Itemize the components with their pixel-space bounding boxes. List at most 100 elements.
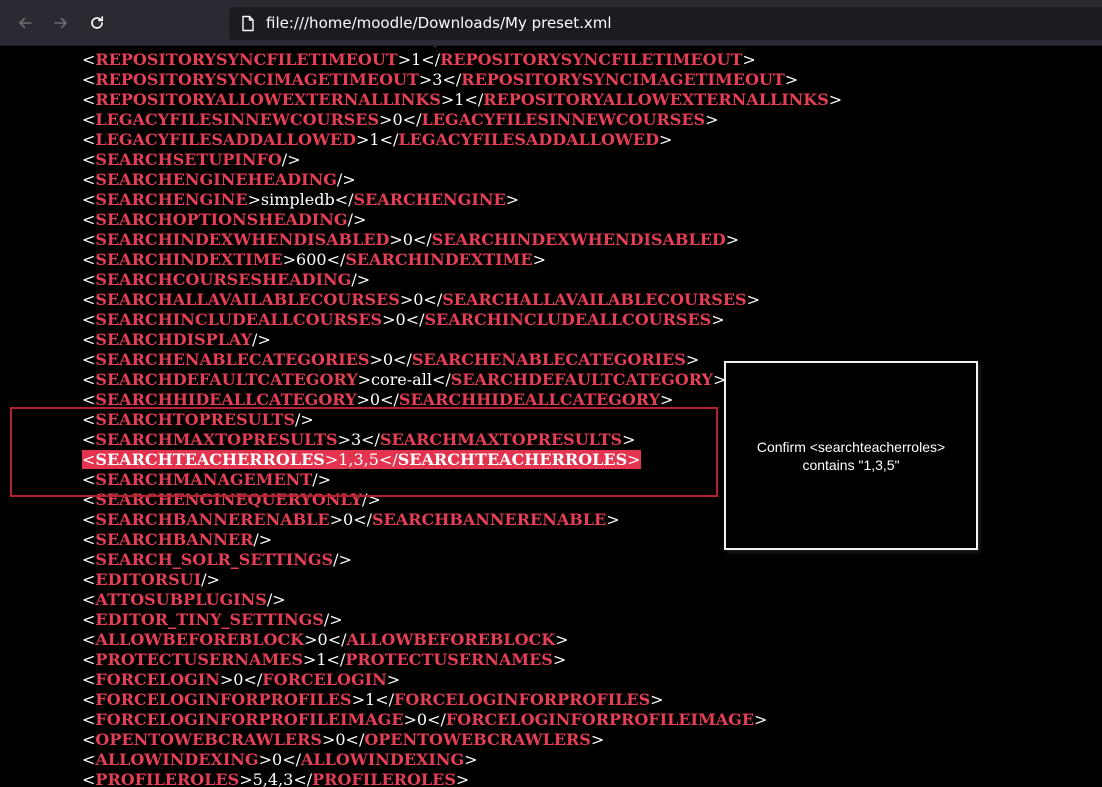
xml-value: 5,4,3 (252, 770, 294, 787)
forward-button[interactable] (47, 9, 75, 37)
xml-line-text: <SEARCHALLAVAILABLECOURSES>0</SEARCHALLA… (82, 290, 761, 309)
xml-line-text: <SEARCHOPTIONSHEADING/> (82, 210, 367, 229)
browser-toolbar: file:///home/moodle/Downloads/My preset.… (0, 0, 1102, 46)
highlight-box (10, 407, 718, 497)
xml-line: <SEARCHALLAVAILABLECOURSES>0</SEARCHALLA… (82, 290, 842, 310)
xml-tag-name: SEARCHDEFAULTCATEGORY (95, 370, 358, 389)
xml-line-text: <EDITOR_TINY_SETTINGS/> (82, 610, 343, 629)
xml-tag-name: SEARCHINDEXTIME (345, 250, 533, 269)
xml-tag-name: REPOSITORYSYNCFILETIMEOUT (95, 46, 397, 49)
xml-tag-name: REPOSITORYSYNCIMAGETIMEOUT (95, 70, 419, 89)
xml-tag-name: SEARCHENGINE (353, 190, 506, 209)
annotation-tooltip: Confirm <searchteacherroles> contains "1… (724, 361, 978, 550)
xml-line: <REPOSITORYSYNCIMAGETIMEOUT>3</REPOSITOR… (82, 70, 842, 90)
xml-tag-name: SEARCHENGINEHEADING (95, 170, 337, 189)
xml-tag-name: FORCELOGINFORPROFILES (393, 690, 651, 709)
xml-line: <SEARCHINDEXWHENDISABLED>0</SEARCHINDEXW… (82, 230, 842, 250)
back-button[interactable] (11, 9, 39, 37)
xml-line-text: <PROFILEROLES>5,4,3</PROFILEROLES> (82, 770, 470, 787)
xml-tag-name: REPOSITORYSYNCFILETIMEOUT (440, 50, 743, 69)
xml-value: core-all (371, 370, 432, 389)
xml-document-view: <REPOSITORYSYNCFILETIMEOUT>1</REPOSITORY… (0, 46, 1102, 787)
xml-value: 1 (411, 46, 421, 49)
xml-line-text: <SEARCHCOURSESHEADING/> (82, 270, 371, 289)
xml-value: 0 (416, 710, 428, 729)
xml-line: <FORCELOGINFORPROFILEIMAGE>0</FORCELOGIN… (82, 710, 842, 730)
xml-tag-name: SEARCHDISPLAY (95, 330, 252, 349)
xml-tag-name: REPOSITORYALLOWEXTERNALLINKS (483, 90, 829, 109)
xml-line: <LEGACYFILESINNEWCOURSES>0</LEGACYFILESI… (82, 110, 842, 130)
xml-tag-name: SEARCHOPTIONSHEADING (95, 210, 348, 229)
xml-tag-name: SEARCHBANNER (95, 530, 254, 549)
xml-line: <EDITOR_TINY_SETTINGS/> (82, 610, 842, 630)
arrow-right-icon (53, 15, 69, 31)
xml-line-text: <ALLOWINDEXING>0</ALLOWINDEXING> (82, 750, 478, 769)
xml-value: 0 (402, 230, 413, 249)
xml-line-text: <REPOSITORYSYNCFILETIMEOUT>1</REPOSITORY… (82, 50, 756, 69)
xml-line: <SEARCHSETUPINFO/> (82, 150, 842, 170)
xml-tag-name: SEARCHENGINE (95, 190, 248, 209)
xml-line-text: <SEARCH_SOLR_SETTINGS/> (82, 550, 352, 569)
xml-tag-name: REPOSITORYALLOWEXTERNALLINKS (95, 90, 441, 109)
xml-line-text: <SEARCHDISPLAY/> (82, 330, 271, 349)
xml-tag-name: FORCELOGINFORPROFILEIMAGE (95, 710, 404, 729)
xml-tag-name: SEARCHALLAVAILABLECOURSES (95, 290, 400, 309)
url-text[interactable]: file:///home/moodle/Downloads/My preset.… (266, 14, 612, 32)
xml-tag-name: FORCELOGIN (95, 670, 220, 689)
xml-line-text: <ATTOSUBPLUGINS/> (82, 590, 286, 609)
xml-line-text: <LEGACYFILESADDALLOWED>1</LEGACYFILESADD… (82, 130, 673, 149)
xml-tag-name: SEARCHBANNERENABLE (372, 510, 607, 529)
xml-value: 1 (411, 50, 422, 69)
xml-value: 1 (454, 90, 465, 109)
xml-line-text: <FORCELOGIN>0</FORCELOGIN> (82, 670, 401, 689)
xml-tag-name: ALLOWBEFOREBLOCK (95, 630, 305, 649)
xml-tag-name: SEARCHBANNERENABLE (95, 510, 330, 529)
address-bar[interactable]: file:///home/moodle/Downloads/My preset.… (229, 7, 1102, 40)
reload-button[interactable] (83, 9, 111, 37)
xml-value: 3 (432, 70, 443, 89)
xml-line: <FORCELOGIN>0</FORCELOGIN> (82, 670, 842, 690)
xml-tag-name: ATTOSUBPLUGINS (95, 590, 267, 609)
xml-value: 0 (272, 750, 283, 769)
xml-tag-name: SEARCHENABLECATEGORIES (411, 350, 686, 369)
xml-value: 0 (335, 730, 346, 749)
xml-line-text: <SEARCHENGINEHEADING/> (82, 170, 356, 189)
xml-line-text: <REPOSITORYSYNCIMAGETIMEOUT>3</REPOSITOR… (82, 70, 799, 89)
xml-tag-name: ALLOWBEFOREBLOCK (346, 630, 556, 649)
xml-tag-name: EDITORSUI (95, 570, 202, 589)
xml-line: <ALLOWINDEXING>0</ALLOWINDEXING> (82, 750, 842, 770)
xml-tag-name: FORCELOGINFORPROFILES (95, 690, 352, 709)
xml-line-text: <FORCELOGINFORPROFILEIMAGE>0</FORCELOGIN… (82, 710, 768, 729)
xml-line: <SEARCHENGINEHEADING/> (82, 170, 842, 190)
xml-tag-name: ALLOWINDEXING (95, 750, 259, 769)
xml-line-text: <SEARCHDEFAULTCATEGORY>core-all</SEARCHD… (82, 370, 727, 389)
xml-line-text: <SEARCHENABLECATEGORIES>0</SEARCHENABLEC… (82, 350, 700, 369)
xml-value: 0 (395, 310, 406, 329)
xml-line-text: <FORCELOGINFORPROFILES>1</FORCELOGINFORP… (82, 690, 664, 709)
xml-value: 600 (296, 250, 327, 269)
xml-value: 1 (365, 690, 376, 709)
xml-line: <LEGACYFILESADDALLOWED>1</LEGACYFILESADD… (82, 130, 842, 150)
xml-value: 1 (316, 650, 327, 669)
xml-line: <SEARCH_SOLR_SETTINGS/> (82, 550, 842, 570)
xml-line: <EDITORSUI/> (82, 570, 842, 590)
xml-line-text: <SEARCHSETUPINFO/> (82, 150, 301, 169)
tooltip-line-1: Confirm <searchteacherroles> (756, 438, 946, 455)
xml-tag-name: OPENTOWEBCRAWLERS (364, 730, 591, 749)
xml-line: <SEARCHENGINE>simpledb</SEARCHENGINE> (82, 190, 842, 210)
xml-tag-name: LEGACYFILESADDALLOWED (398, 130, 659, 149)
xml-line: <SEARCHINDEXTIME>600</SEARCHINDEXTIME> (82, 250, 842, 270)
xml-line-text: <SEARCHBANNERENABLE>0</SEARCHBANNERENABL… (82, 510, 620, 529)
xml-tag-name: SEARCHINDEXTIME (95, 250, 283, 269)
xml-tag-name: LEGACYFILESINNEWCOURSES (421, 110, 706, 129)
xml-value: 0 (317, 630, 328, 649)
xml-tag-name: PROTECTUSERNAMES (95, 650, 303, 669)
xml-value: 0 (382, 350, 394, 369)
xml-value: 0 (392, 110, 403, 129)
xml-tag-name: FORCELOGIN (262, 670, 387, 689)
xml-line: <OPENTOWEBCRAWLERS>0</OPENTOWEBCRAWLERS> (82, 730, 842, 750)
xml-line-text: <REPOSITORYALLOWEXTERNALLINKS>1</REPOSIT… (82, 90, 843, 109)
xml-value: 1 (369, 130, 380, 149)
xml-line: <SEARCHINCLUDEALLCOURSES>0</SEARCHINCLUD… (82, 310, 842, 330)
xml-tag-name: SEARCHALLAVAILABLECOURSES (442, 290, 747, 309)
